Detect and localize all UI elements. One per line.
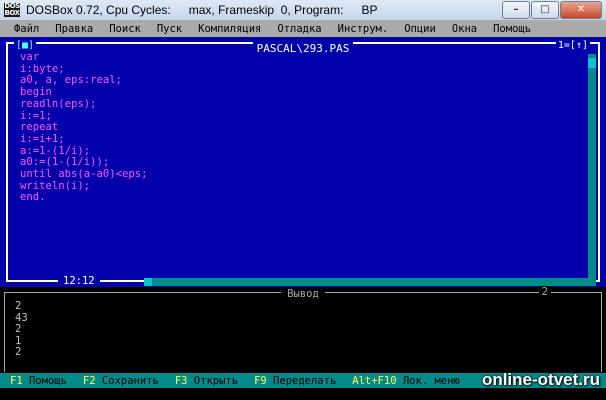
close-button[interactable]: ✕	[560, 1, 602, 19]
code-line[interactable]: end.	[20, 192, 148, 204]
horizontal-scrollbar[interactable]	[144, 278, 592, 286]
window-controls: – □ ✕	[501, 1, 602, 19]
maximize-button[interactable]: □	[531, 1, 559, 19]
hotkey-label: Переделать	[273, 374, 337, 387]
horizontal-scroll-thumb[interactable]	[144, 278, 152, 286]
main-menu-bar: Файл Правка Поиск Пуск Компиляция Отладк…	[0, 20, 606, 37]
menu-debug[interactable]: Отладка	[269, 23, 329, 35]
hotkey-make[interactable]: F9 Переделать	[244, 375, 342, 387]
hotkey-key: F3	[174, 374, 188, 387]
code-area[interactable]: var i:byte; a0, a, eps:real; begin readln(ep…	[20, 51, 148, 204]
hotkey-key: F2	[82, 374, 96, 387]
menu-compile[interactable]: Компиляция	[190, 23, 269, 35]
output-text: 2 43 2 1 2	[15, 300, 28, 359]
output-title: Вывод	[5, 286, 601, 300]
hotkey-help[interactable]: F1 Помощь	[0, 375, 73, 387]
window-title-bar[interactable]: DOS BOX DOSBox 0.72, Cpu Cycles: max, Fra…	[0, 0, 606, 20]
output-line: 2	[15, 346, 22, 358]
title-program: BP	[361, 3, 378, 17]
code-line[interactable]: readln(eps);	[20, 98, 148, 111]
hotkey-local-menu[interactable]: Alt+F10 Лок. меню	[342, 375, 466, 387]
code-line[interactable]: var	[20, 51, 148, 64]
output-frame: Вывод 2 2 43 2 1 2	[4, 286, 602, 372]
window-title: DOSBox 0.72, Cpu Cycles: max, Frameskip 0…	[26, 3, 377, 17]
dosbox-icon: DOS BOX	[4, 2, 20, 17]
editor-filename: PASCAL\293.PAS	[252, 42, 354, 55]
menu-window[interactable]: Окна	[444, 23, 485, 35]
title-status: max, Frameskip 0, Program:	[188, 3, 344, 17]
watermark: online-otvet.ru	[481, 370, 600, 389]
code-line[interactable]: i:=i+1;	[20, 133, 148, 146]
output-title-label: Вывод	[281, 288, 325, 300]
vertical-scroll-thumb[interactable]	[588, 58, 596, 68]
title-app: DOSBox 0.72, Cpu Cycles:	[26, 3, 171, 17]
output-line: 2	[15, 323, 22, 335]
menu-tools[interactable]: Инструм.	[330, 23, 397, 35]
hotkey-open[interactable]: F3 Открыть	[165, 375, 244, 387]
output-line: 2	[15, 300, 22, 312]
menu-search[interactable]: Поиск	[101, 23, 149, 35]
hotkey-label: Сохранить	[101, 374, 159, 387]
menu-file[interactable]: Файл	[0, 23, 47, 35]
code-line[interactable]: until abs(a-a0)<eps;	[20, 168, 148, 181]
hotkey-label: Открыть	[193, 374, 239, 387]
menu-options[interactable]: Опции	[396, 23, 444, 35]
hotkey-save[interactable]: F2 Сохранить	[73, 375, 165, 387]
output-window: Вывод 2 2 43 2 1 2	[0, 286, 606, 373]
hotkey-key: F1	[10, 374, 23, 387]
hotkey-label: Лок. меню	[402, 374, 460, 387]
editor-frame: [■] PASCAL\293.PAS 1=[↑] var i:byte; a0, a…	[6, 41, 600, 286]
hotkey-key: Alt+F10	[352, 374, 397, 387]
menu-help[interactable]: Помощь	[485, 23, 539, 35]
vertical-scrollbar[interactable]	[588, 54, 596, 286]
editor-window-number[interactable]: 1=[↑]	[555, 41, 590, 51]
menu-edit[interactable]: Правка	[47, 23, 101, 35]
minimize-button[interactable]: –	[502, 1, 530, 19]
hotkey-key: F9	[254, 374, 267, 387]
hotkey-label: Помощь	[28, 374, 67, 387]
editor-window: [■] PASCAL\293.PAS 1=[↑] var i:byte; a0, a…	[0, 37, 606, 287]
output-window-number: 2	[538, 286, 551, 298]
menu-run[interactable]: Пуск	[149, 23, 190, 35]
